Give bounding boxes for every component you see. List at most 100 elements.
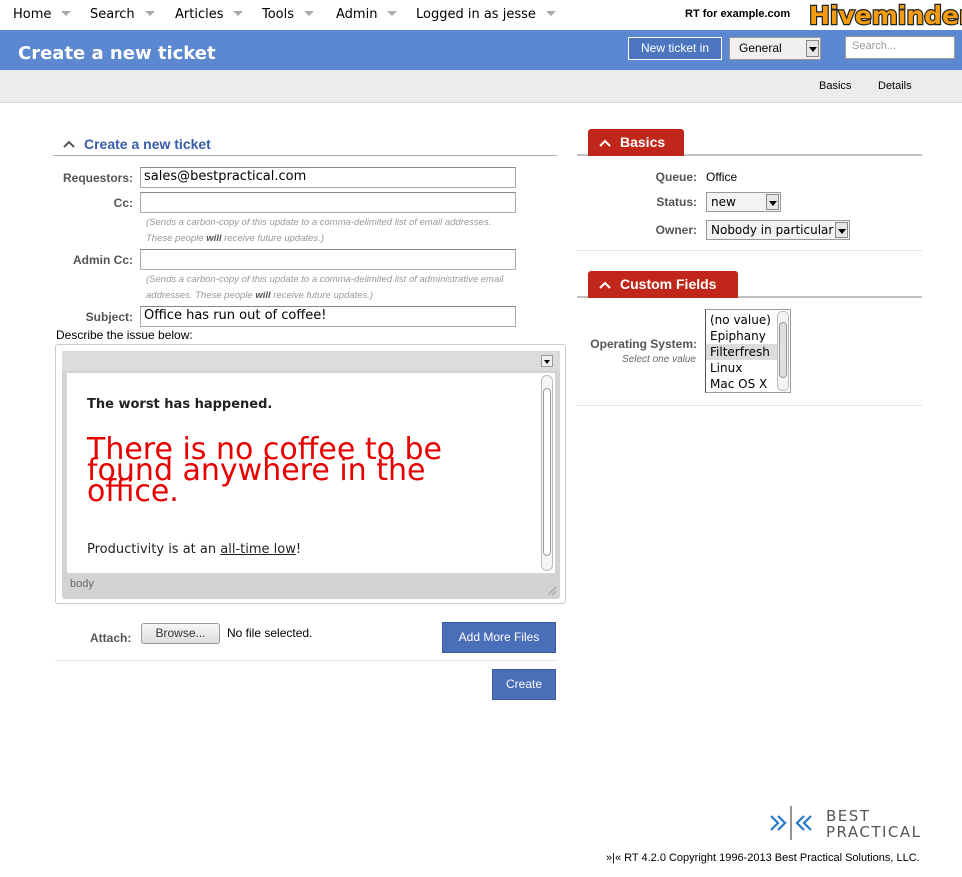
page-header: Create a new ticket New ticket in Genera… — [0, 30, 962, 70]
admin-cc-hint-text: addresses. These people — [146, 290, 256, 301]
menu-articles[interactable]: Articles — [175, 7, 244, 22]
queue-select[interactable]: General — [729, 37, 821, 60]
chevron-down-icon — [387, 11, 398, 16]
browse-button[interactable]: Browse... — [141, 623, 220, 644]
os-option[interactable]: (no value) — [706, 312, 778, 328]
menu-user-label: Logged in as jesse — [416, 7, 536, 22]
requestors-label: Requestors: — [62, 171, 133, 185]
cc-hint-text: receive future updates.) — [221, 233, 324, 244]
operating-system-listbox[interactable]: (no value) Epiphany Filterfresh Linux Ma… — [705, 309, 791, 393]
editor-scrollbar[interactable] — [541, 375, 553, 571]
owner-select-value: Nobody in particular — [711, 223, 834, 237]
create-ticket-section-header[interactable]: Create a new ticket — [53, 135, 557, 156]
editor-red-text: There is no coffee to be found anywhere … — [87, 432, 442, 509]
tab-details[interactable]: Details — [878, 80, 912, 92]
menu-tools-label: Tools — [262, 7, 295, 22]
logo-line-practical: PRACTICAL — [826, 823, 922, 841]
toolbar-toggle-button[interactable] — [541, 355, 553, 367]
chevron-up-icon — [63, 140, 75, 148]
menu-tools[interactable]: Tools — [262, 7, 315, 22]
admin-cc-input[interactable] — [140, 249, 516, 270]
resize-handle-icon[interactable] — [546, 585, 556, 595]
search-input[interactable]: Search... — [845, 36, 955, 59]
basics-panel-tab[interactable]: Basics — [588, 129, 684, 156]
os-option[interactable]: Epiphany — [706, 328, 778, 344]
menu-admin[interactable]: Admin — [336, 7, 398, 22]
subject-input[interactable]: Office has run out of coffee! — [140, 306, 516, 327]
custom-fields-panel-title: Custom Fields — [620, 276, 717, 292]
editor-link[interactable]: all-time low — [220, 542, 296, 557]
os-option[interactable]: Mac OS X — [706, 376, 778, 392]
chevron-up-icon — [599, 281, 611, 289]
status-select[interactable]: new — [706, 192, 781, 212]
new-ticket-in-button[interactable]: New ticket in — [628, 37, 722, 60]
hiveminder-logo-text: Hiveminder — [809, 1, 962, 30]
admin-cc-hint-line2: addresses. These people will receive fut… — [146, 288, 546, 304]
dropdown-arrow-icon — [766, 194, 779, 210]
editor-last-line: Productivity is at an all-time low! — [87, 542, 301, 557]
add-more-files-button[interactable]: Add More Files — [442, 622, 556, 653]
no-file-text: No file selected. — [227, 626, 313, 640]
rt-instance-name: RT for example.com — [685, 8, 791, 20]
cc-input[interactable] — [140, 192, 516, 213]
basics-panel-bottom — [577, 250, 922, 251]
queue-select-value: General — [739, 41, 782, 55]
admin-cc-hint-line1: (Sends a carbon-copy of this update to a… — [146, 274, 504, 285]
create-button[interactable]: Create — [492, 669, 556, 700]
status-select-value: new — [711, 195, 736, 209]
chevron-down-icon — [545, 11, 556, 16]
chevron-down-icon — [61, 11, 72, 16]
operating-system-label: Operating System: — [590, 337, 697, 351]
chevron-down-icon — [304, 11, 315, 16]
menu-search[interactable]: Search — [90, 7, 155, 22]
editor-element-path: body — [70, 578, 94, 590]
queue-label: Queue: — [655, 170, 697, 184]
listbox-scrollbar-thumb[interactable] — [779, 322, 787, 378]
cc-hint-bold: will — [206, 233, 222, 244]
subject-label: Subject: — [85, 310, 133, 324]
menu-search-label: Search — [90, 7, 135, 22]
describe-label: Describe the issue below: — [56, 328, 193, 342]
hiveminder-logo: Hiveminder — [808, 0, 962, 30]
tab-basics[interactable]: Basics — [819, 80, 851, 92]
admin-cc-hint-bold: will — [255, 290, 271, 301]
menu-user[interactable]: Logged in as jesse — [416, 7, 556, 22]
dropdown-arrow-icon — [806, 40, 819, 57]
cc-label: Cc: — [113, 196, 133, 210]
cc-hint-line2: These people will receive future updates… — [146, 231, 546, 247]
editor-text: Productivity is at an — [87, 542, 221, 557]
editor-frame: The worst has happened. There is no coff… — [62, 351, 560, 599]
menu-articles-label: Articles — [175, 7, 224, 22]
basics-panel-header: Basics — [577, 129, 922, 156]
admin-cc-hint-text: receive future updates.) — [270, 290, 374, 301]
editor-bold-line: The worst has happened. — [87, 397, 273, 412]
form-divider — [55, 660, 556, 661]
attach-label: Attach: — [90, 631, 132, 645]
rich-text-editor: The worst has happened. There is no coff… — [55, 344, 566, 604]
menu-home[interactable]: Home — [13, 7, 72, 22]
editor-content-area[interactable]: The worst has happened. There is no coff… — [67, 373, 555, 573]
chevron-down-icon — [233, 11, 244, 16]
owner-select[interactable]: Nobody in particular — [706, 220, 850, 240]
requestors-input[interactable]: sales@bestpractical.com — [140, 167, 516, 188]
best-practical-logo-mark — [770, 806, 812, 840]
custom-fields-panel-tab[interactable]: Custom Fields — [588, 271, 738, 298]
dropdown-arrow-icon — [835, 222, 848, 238]
chevron-down-icon — [144, 11, 155, 16]
queue-value: Office — [706, 170, 738, 184]
editor-toolbar — [62, 351, 560, 371]
editor-scrollbar-thumb[interactable] — [543, 388, 551, 556]
copyright-text: »|« RT 4.2.0 Copyright 1996-2013 Best Pr… — [606, 852, 920, 864]
menu-admin-label: Admin — [336, 7, 378, 22]
cc-hint-line1: (Sends a carbon-copy of this update to a… — [146, 217, 492, 228]
best-practical-logo: BEST PRACTICAL — [770, 806, 922, 841]
os-option-selected[interactable]: Filterfresh — [706, 344, 778, 360]
editor-text: ! — [295, 542, 302, 557]
os-option[interactable]: Linux — [706, 360, 778, 376]
listbox-scrollbar[interactable] — [777, 311, 789, 391]
chevron-up-icon — [599, 139, 611, 147]
menu-home-label: Home — [13, 7, 52, 22]
operating-system-hint: Select one value — [622, 354, 696, 365]
admin-cc-label: Admin Cc: — [73, 253, 133, 267]
custom-fields-panel-bottom — [577, 405, 922, 406]
